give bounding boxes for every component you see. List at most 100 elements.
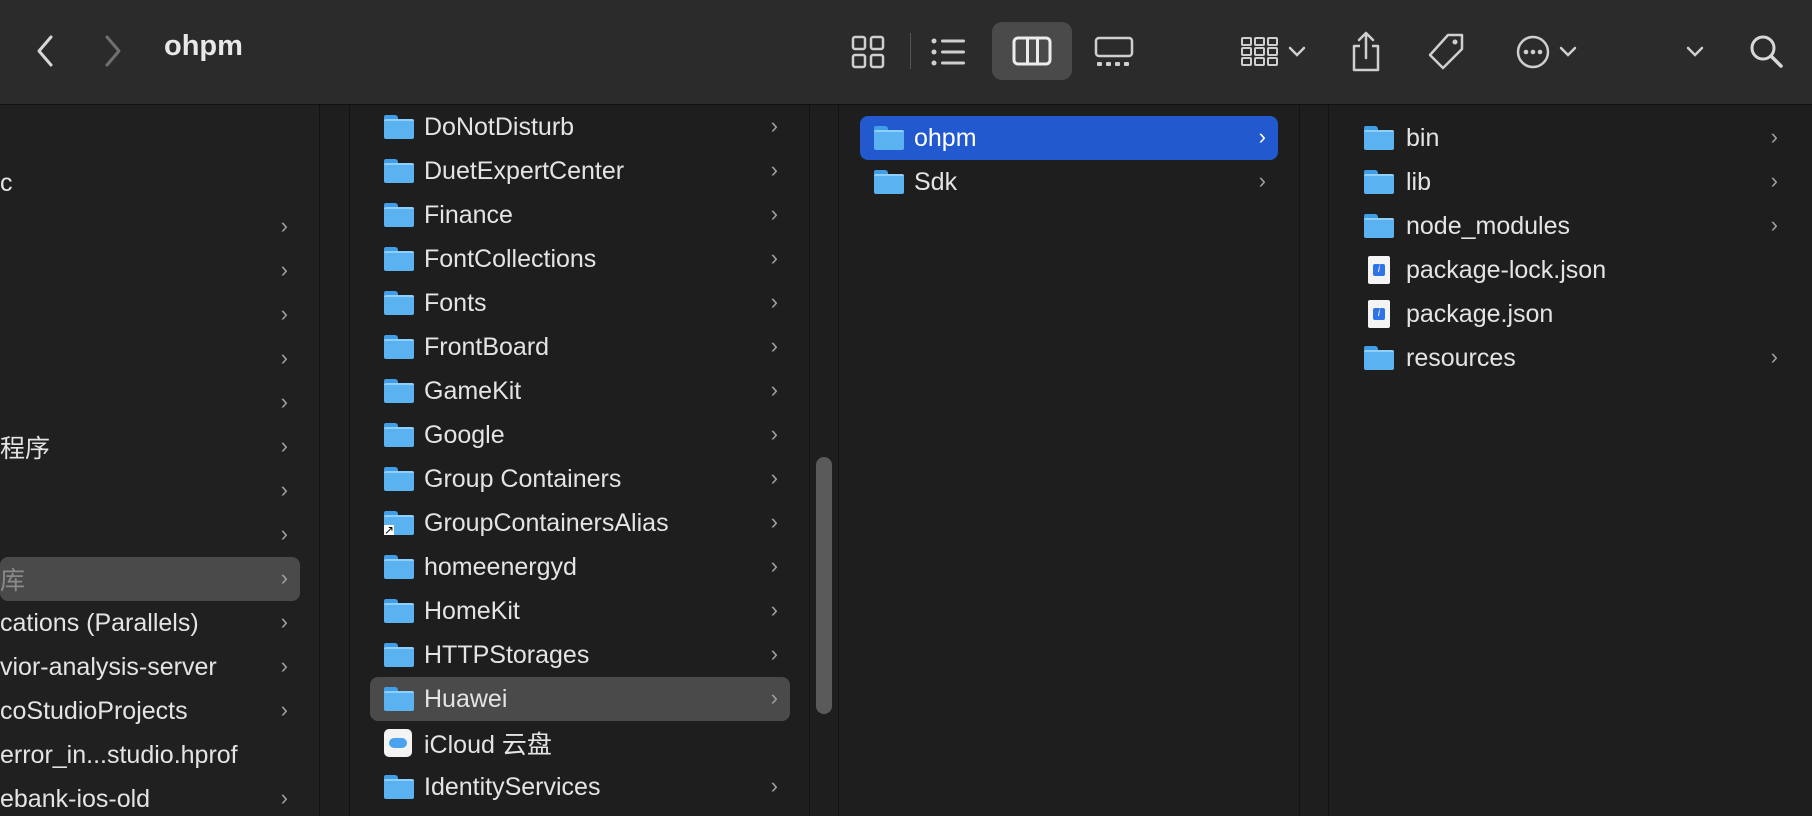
folder-icon: [384, 247, 414, 271]
list-item[interactable]: DuetExpertCenter ›: [370, 149, 790, 193]
scrollbar-thumb[interactable]: [816, 457, 832, 714]
item-label: 程序: [0, 435, 51, 463]
list-item[interactable]: lib ›: [1350, 160, 1790, 204]
item-label: HTTPStorages: [424, 640, 590, 669]
chevron-right-icon: ›: [280, 609, 288, 634]
list-item[interactable]: vior-analysis-server ›: [0, 645, 300, 689]
chevron-right-icon: ›: [770, 201, 778, 226]
list-item[interactable]: IdentityServices ›: [370, 765, 790, 809]
icloud-icon: [384, 729, 412, 757]
ohpm-column: bin › lib › node_modules › i package-lock.js…: [1329, 105, 1812, 816]
tag-button[interactable]: [1424, 30, 1468, 74]
list-item[interactable]: ›: [0, 205, 300, 249]
list-item[interactable]: Finance ›: [370, 193, 790, 237]
search-icon: [1750, 35, 1783, 68]
folder-icon: [874, 170, 904, 194]
chevron-right-icon: ›: [280, 433, 288, 458]
folder-icon: [384, 115, 414, 139]
chevron-right-icon: ›: [770, 465, 778, 490]
chevron-down-icon: [1559, 46, 1577, 57]
item-label: 库: [0, 567, 26, 595]
icon-view-button[interactable]: [846, 30, 890, 74]
list-item-selected[interactable]: Huawei ›: [370, 677, 790, 721]
list-item[interactable]: ›: [0, 513, 300, 557]
list-item[interactable]: ›: [0, 249, 300, 293]
search-button[interactable]: [1744, 28, 1788, 74]
chevron-right-icon: ›: [280, 389, 288, 414]
item-label: FontCollections: [424, 244, 597, 273]
column-divider[interactable]: [809, 105, 810, 816]
list-item[interactable]: Google ›: [370, 413, 790, 457]
list-item[interactable]: 程序 ›: [0, 425, 300, 469]
list-item[interactable]: cations (Parallels) ›: [0, 601, 300, 645]
chevron-right-icon: ›: [280, 301, 288, 326]
list-item[interactable]: FontCollections ›: [370, 237, 790, 281]
list-item[interactable]: Fonts ›: [370, 281, 790, 325]
list-item[interactable]: ↗ GroupContainersAlias ›: [370, 501, 790, 545]
json-file-icon: i: [1368, 300, 1390, 328]
list-item[interactable]: ›: [0, 293, 300, 337]
list-item-selected[interactable]: 库 ›: [0, 557, 300, 601]
folder-icon: [874, 126, 904, 150]
window-title: ohpm: [164, 30, 243, 62]
list-item-selected[interactable]: ohpm ›: [860, 116, 1278, 160]
list-item[interactable]: Sdk ›: [860, 160, 1278, 204]
chevron-right-icon: [105, 35, 121, 67]
list-view-button[interactable]: [926, 30, 970, 74]
folder-icon: [384, 687, 414, 711]
share-button[interactable]: [1346, 26, 1386, 76]
item-label: coStudioProjects: [0, 696, 188, 725]
item-label: Sdk: [914, 167, 958, 196]
chevron-right-icon: ›: [770, 421, 778, 446]
item-label: node_modules: [1406, 211, 1571, 240]
list-item[interactable]: GameKit ›: [370, 369, 790, 413]
forward-button[interactable]: [96, 28, 130, 74]
chevron-right-icon: ›: [280, 257, 288, 282]
back-button[interactable]: [28, 28, 62, 74]
chevron-right-icon: ›: [770, 509, 778, 534]
list-item[interactable]: error_in...studio.hprof: [0, 733, 300, 777]
item-label: GameKit: [424, 376, 522, 405]
list-item[interactable]: iCloud 云盘: [370, 721, 790, 765]
item-label: Fonts: [424, 288, 487, 317]
alias-folder-icon: ↗: [384, 511, 414, 537]
list-item[interactable]: homeenergyd ›: [370, 545, 790, 589]
list-item[interactable]: resources ›: [1350, 336, 1790, 380]
item-label: package-lock.json: [1406, 255, 1607, 284]
group-by-button[interactable]: [1234, 30, 1312, 74]
chevron-left-icon: [37, 35, 53, 67]
column-divider[interactable]: [1299, 105, 1300, 816]
list-item[interactable]: node_modules ›: [1350, 204, 1790, 248]
list-item[interactable]: i package.json: [1350, 292, 1790, 336]
list-item[interactable]: FrontBoard ›: [370, 325, 790, 369]
list-item[interactable]: HomeKit ›: [370, 589, 790, 633]
alias-arrow-icon: ↗: [384, 523, 395, 537]
column-divider[interactable]: [319, 105, 320, 816]
list-item[interactable]: i package-lock.json: [1350, 248, 1790, 292]
item-label: FrontBoard: [424, 332, 550, 361]
item-label: Google: [424, 420, 505, 449]
chevron-right-icon: ›: [1258, 124, 1266, 149]
list-item[interactable]: DoNotDisturb ›: [370, 105, 790, 149]
more-actions-button[interactable]: [1508, 30, 1584, 74]
list-item[interactable]: c: [0, 161, 300, 205]
column-view-button[interactable]: [992, 22, 1072, 80]
item-label: ohpm: [914, 123, 977, 152]
list-item[interactable]: ›: [0, 337, 300, 381]
folder-icon: [1364, 170, 1394, 194]
item-label: DuetExpertCenter: [424, 156, 625, 185]
list-item[interactable]: ›: [0, 469, 300, 513]
list-item[interactable]: ›: [0, 381, 300, 425]
list-item[interactable]: HTTPStorages ›: [370, 633, 790, 677]
list-item[interactable]: bin ›: [1350, 116, 1790, 160]
folder-icon: [384, 335, 414, 359]
expand-toolbar-button[interactable]: [1680, 30, 1710, 74]
list-item[interactable]: coStudioProjects ›: [0, 689, 300, 733]
chevron-right-icon: ›: [1770, 168, 1778, 193]
column-view-icon: [1012, 36, 1052, 66]
list-item[interactable]: ebank-ios-old ›: [0, 777, 300, 816]
list-item[interactable]: Group Containers ›: [370, 457, 790, 501]
chevron-right-icon: ›: [770, 333, 778, 358]
item-label: c: [0, 168, 13, 197]
gallery-view-button[interactable]: [1090, 30, 1138, 74]
